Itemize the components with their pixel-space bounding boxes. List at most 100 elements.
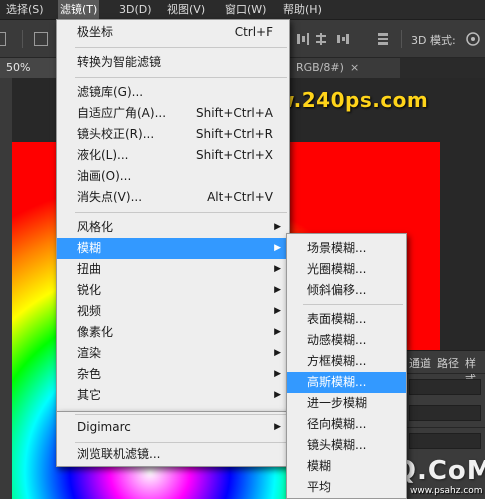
menu-item-label: 渲染 <box>77 346 102 360</box>
distribute-vertical-icon[interactable] <box>336 32 350 46</box>
divider <box>22 30 23 48</box>
submenu-arrow-icon: ▶ <box>274 243 281 253</box>
menu-3d[interactable]: 3D(D) <box>117 0 154 20</box>
divider <box>75 414 287 415</box>
menu-item-shortcut: Shift+Ctrl+R <box>195 127 273 141</box>
menu-item-label: 像素化 <box>77 325 114 339</box>
submenu-arrow-icon: ▶ <box>274 390 281 400</box>
submenu-arrow-icon: ▶ <box>274 285 281 295</box>
submenu-arrow-icon: ▶ <box>274 327 281 337</box>
tab-paths[interactable]: 路径 <box>437 355 459 371</box>
blur-submenu: 场景模糊... 光圈模糊... 倾斜偏移... 表面模糊... 动感模糊... … <box>286 233 407 499</box>
menu-item-label: 模糊 <box>77 241 102 255</box>
menu-item-label: 浏览联机滤镜... <box>77 447 161 461</box>
submenu-item-surface-blur[interactable]: 表面模糊... <box>287 309 406 330</box>
menu-item-label: 风格化 <box>77 220 114 234</box>
submenu-item-iris-blur[interactable]: 光圈模糊... <box>287 259 406 280</box>
menu-item-sharpen[interactable]: 锐化 ▶ <box>57 280 289 301</box>
menu-item-label: 视频 <box>77 304 102 318</box>
menu-item-label: 扭曲 <box>77 262 102 276</box>
menu-item-label: 液化(L)... <box>77 148 129 162</box>
document-tab[interactable]: 50%(RGB <box>0 58 58 94</box>
submenu-item-lens-blur[interactable]: 镜头模糊... <box>287 435 406 456</box>
submenu-arrow-icon: ▶ <box>274 264 281 274</box>
menu-item-render[interactable]: 渲染 ▶ <box>57 343 289 364</box>
submenu-item-tilt-shift[interactable]: 倾斜偏移... <box>287 280 406 301</box>
lock-row[interactable] <box>409 433 481 449</box>
menu-item-label: 自适应广角(A)... <box>77 106 167 120</box>
menu-item-convert-smart-filter[interactable]: 转换为智能滤镜 <box>57 52 289 73</box>
filter-menu: 极坐标 Ctrl+F 转换为智能滤镜 滤镜库(G)... 自适应广角(A)...… <box>56 19 290 412</box>
divider <box>75 442 287 443</box>
submenu-item-gaussian-blur[interactable]: 高斯模糊... <box>287 372 406 393</box>
menu-item-filter-gallery[interactable]: 滤镜库(G)... <box>57 82 289 103</box>
checkbox-icon[interactable] <box>34 32 48 46</box>
menu-item-browse-online-filters[interactable]: 浏览联机滤镜... <box>57 444 289 465</box>
submenu-item-blur-more[interactable]: 进一步模糊 <box>287 393 406 414</box>
menu-item-noise[interactable]: 杂色 ▶ <box>57 364 289 385</box>
submenu-arrow-icon: ▶ <box>274 369 281 379</box>
menu-item-lens-correction[interactable]: 镜头校正(R)... Shift+Ctrl+R <box>57 124 289 145</box>
menu-item-adaptive-wide-angle[interactable]: 自适应广角(A)... Shift+Ctrl+A <box>57 103 289 124</box>
submenu-arrow-icon: ▶ <box>274 306 281 316</box>
menu-item-other[interactable]: 其它 ▶ <box>57 385 289 406</box>
menu-select[interactable]: 选择(S) <box>4 0 46 20</box>
menu-item-digimarc[interactable]: Digimarc ▶ <box>57 417 289 438</box>
menu-item-label: 滤镜库(G)... <box>77 85 144 99</box>
divider <box>405 427 485 428</box>
submenu-item-box-blur[interactable]: 方框模糊... <box>287 351 406 372</box>
menu-item-label: 消失点(V)... <box>77 190 143 204</box>
document-tab-2[interactable]: RGB/8#) × <box>290 58 400 78</box>
divider <box>75 47 287 48</box>
menu-item-label: 转换为智能滤镜 <box>77 55 162 69</box>
menu-window[interactable]: 窗口(W) <box>223 0 268 20</box>
divider <box>303 304 403 305</box>
menu-bar: 选择(S) 滤镜(T) 3D(D) 视图(V) 窗口(W) 帮助(H) <box>0 0 485 20</box>
menu-item-polar-coordinates[interactable]: 极坐标 Ctrl+F <box>57 22 289 43</box>
menu-item-label: 其它 <box>77 388 102 402</box>
submenu-arrow-icon: ▶ <box>274 422 281 432</box>
menu-item-video[interactable]: 视频 ▶ <box>57 301 289 322</box>
menu-item-blur[interactable]: 模糊 ▶ <box>57 238 289 259</box>
submenu-item-field-blur[interactable]: 场景模糊... <box>287 238 406 259</box>
menu-item-label: 油画(O)... <box>77 169 132 183</box>
submenu-item-average[interactable]: 平均 <box>287 477 406 498</box>
menu-item-vanishing-point[interactable]: 消失点(V)... Alt+Ctrl+V <box>57 187 289 208</box>
menu-item-label: 杂色 <box>77 367 102 381</box>
menu-item-label: 极坐标 <box>77 25 114 39</box>
watermark-small: www.psahz.com <box>410 486 483 496</box>
submenu-arrow-icon: ▶ <box>274 222 281 232</box>
tools-panel <box>0 78 12 499</box>
submenu-item-radial-blur[interactable]: 径向模糊... <box>287 414 406 435</box>
menu-item-shortcut: Shift+Ctrl+A <box>196 106 273 120</box>
align-icon[interactable] <box>296 32 310 46</box>
menu-item-label: 锐化 <box>77 283 102 297</box>
menu-help[interactable]: 帮助(H) <box>281 0 324 20</box>
blend-mode-select[interactable] <box>409 405 481 421</box>
submenu-item-motion-blur[interactable]: 动感模糊... <box>287 330 406 351</box>
menu-item-stylize[interactable]: 风格化 ▶ <box>57 217 289 238</box>
menu-item-oil-paint[interactable]: 油画(O)... <box>57 166 289 187</box>
menu-item-liquify[interactable]: 液化(L)... Shift+Ctrl+X <box>57 145 289 166</box>
distribute-icon[interactable] <box>314 32 328 46</box>
menu-item-distort[interactable]: 扭曲 ▶ <box>57 259 289 280</box>
arrange-icon[interactable] <box>376 32 390 46</box>
menu-item-label: Digimarc <box>77 420 131 434</box>
menu-item-shortcut: Shift+Ctrl+X <box>196 148 273 162</box>
divider <box>405 373 485 374</box>
3d-mode-label: 3D 模式: <box>411 34 456 47</box>
menu-view[interactable]: 视图(V) <box>165 0 207 20</box>
close-icon[interactable]: × <box>350 61 359 74</box>
menu-item-shortcut: Alt+Ctrl+V <box>207 190 273 204</box>
menu-filter[interactable]: 滤镜(T) <box>58 0 100 20</box>
tool-option-icon[interactable] <box>0 32 6 46</box>
layer-filter-field[interactable] <box>409 379 481 395</box>
tab-channels[interactable]: 通道 <box>409 355 431 371</box>
menu-item-pixelate[interactable]: 像素化 ▶ <box>57 322 289 343</box>
divider <box>75 212 287 213</box>
document-tab-2-title: RGB/8#) <box>296 61 344 74</box>
3d-rotate-icon[interactable] <box>465 31 481 47</box>
filter-menu-lower: Digimarc ▶ 浏览联机滤镜... <box>56 411 290 467</box>
submenu-item-blur[interactable]: 模糊 <box>287 456 406 477</box>
divider <box>401 30 402 48</box>
